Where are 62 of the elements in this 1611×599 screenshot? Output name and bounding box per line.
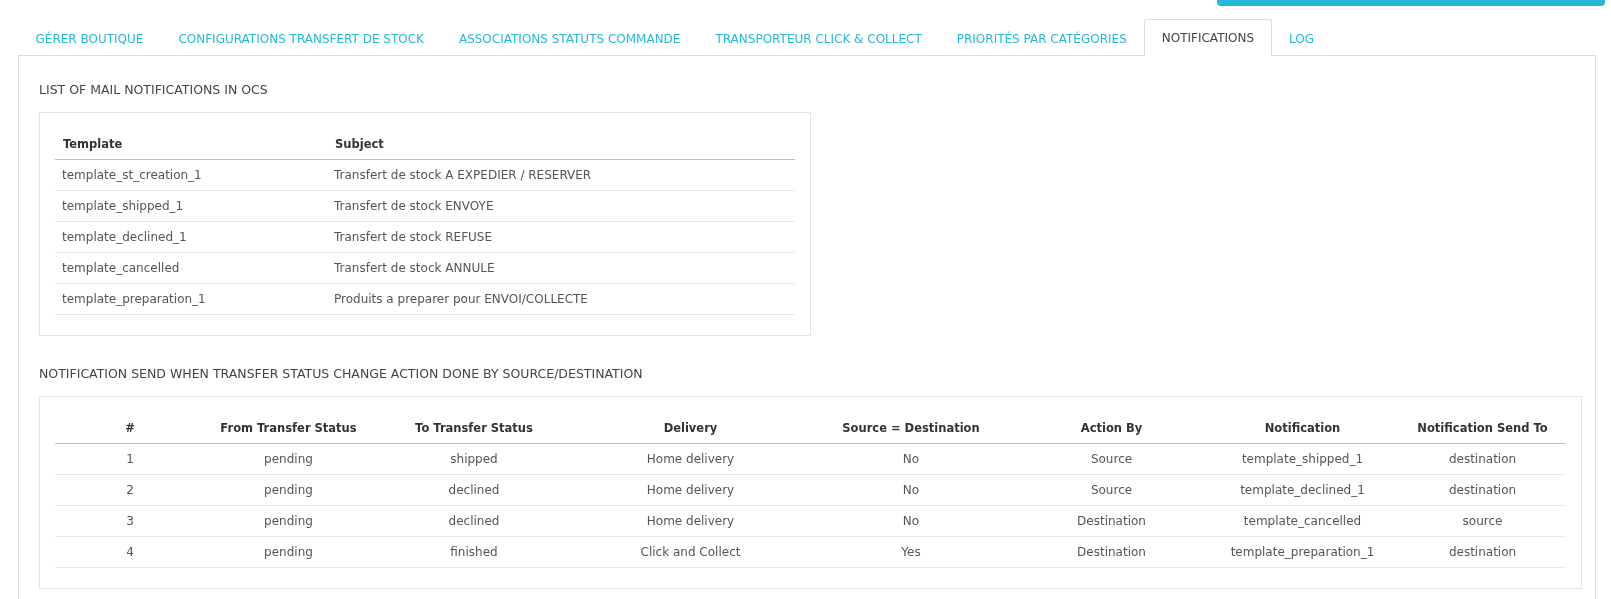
table-cell: pending [205,474,372,506]
table-cell: template_preparation_1 [55,283,327,315]
table-cell: 4 [55,536,205,568]
table-cell: template_declined_1 [1206,474,1399,506]
table-cell: destination [1399,443,1566,475]
column-header: Notification Send To [1399,413,1566,444]
table-cell: 3 [55,505,205,537]
table-cell: Home delivery [576,443,805,475]
column-header: Subject [327,129,795,160]
column-header: Notification [1206,413,1399,444]
tab[interactable]: ASSOCIATIONS STATUTS COMMANDE [441,19,698,56]
table-cell: pending [205,505,372,537]
table-cell: Home delivery [576,474,805,506]
table-cell: Destination [1017,505,1206,537]
column-header: Source = Destination [805,413,1017,444]
table-cell: 1 [55,443,205,475]
table-cell: template_shipped_1 [55,190,327,222]
column-header: From Transfer Status [205,413,372,444]
table-cell: template_declined_1 [55,221,327,253]
table-cell: destination [1399,474,1566,506]
table-cell: template_st_creation_1 [55,159,327,191]
tab[interactable]: LOG [1271,19,1332,56]
table-cell: Source [1017,474,1206,506]
table-cell: Transfert de stock ENVOYE [327,190,795,222]
table-cell: pending [205,443,372,475]
table-cell: declined [372,474,576,506]
column-header: # [55,413,205,444]
table-cell: template_cancelled [1206,505,1399,537]
table-cell: Transfert de stock REFUSE [327,221,795,253]
tab[interactable]: TRANSPORTEUR CLICK & COLLECT [697,19,940,56]
table-cell: Home delivery [576,505,805,537]
tab[interactable]: NOTIFICATIONS [1144,19,1272,56]
table-cell: No [805,443,1017,475]
table-cell: Destination [1017,536,1206,568]
table-cell: Source [1017,443,1206,475]
tab[interactable]: CONFIGURATIONS TRANSFERT DE STOCK [160,19,442,56]
table-cell: No [805,505,1017,537]
column-header: Action By [1017,413,1206,444]
section-title: NOTIFICATION SEND WHEN TRANSFER STATUS CHANGE ACTION DONE BY SOURCE/DESTINATION [39,366,644,381]
table-cell: template_preparation_1 [1206,536,1399,568]
table-cell: No [805,474,1017,506]
table-cell: shipped [372,443,576,475]
action-button[interactable] [1217,0,1605,6]
tab[interactable]: PRIORITÉS PAR CATÉGORIES [939,19,1145,56]
column-header: Template [55,129,327,160]
table-cell: template_shipped_1 [1206,443,1399,475]
table-cell: Yes [805,536,1017,568]
table-cell: Click and Collect [576,536,805,568]
table-cell: Transfert de stock A EXPEDIER / RESERVER [327,159,795,191]
table-cell: finished [372,536,576,568]
table-cell: Transfert de stock ANNULE [327,252,795,284]
section-title: LIST OF MAIL NOTIFICATIONS IN OCS [39,82,269,97]
tab[interactable]: GÉRER BOUTIQUE [18,19,161,56]
column-header: To Transfer Status [372,413,576,444]
table-cell: pending [205,536,372,568]
table-cell: destination [1399,536,1566,568]
column-header: Delivery [576,413,805,444]
table-cell: template_cancelled [55,252,327,284]
table-cell: 2 [55,474,205,506]
table-cell: declined [372,505,576,537]
table-cell: Produits a preparer pour ENVOI/COLLECTE [327,283,795,315]
table-cell: source [1399,505,1566,537]
